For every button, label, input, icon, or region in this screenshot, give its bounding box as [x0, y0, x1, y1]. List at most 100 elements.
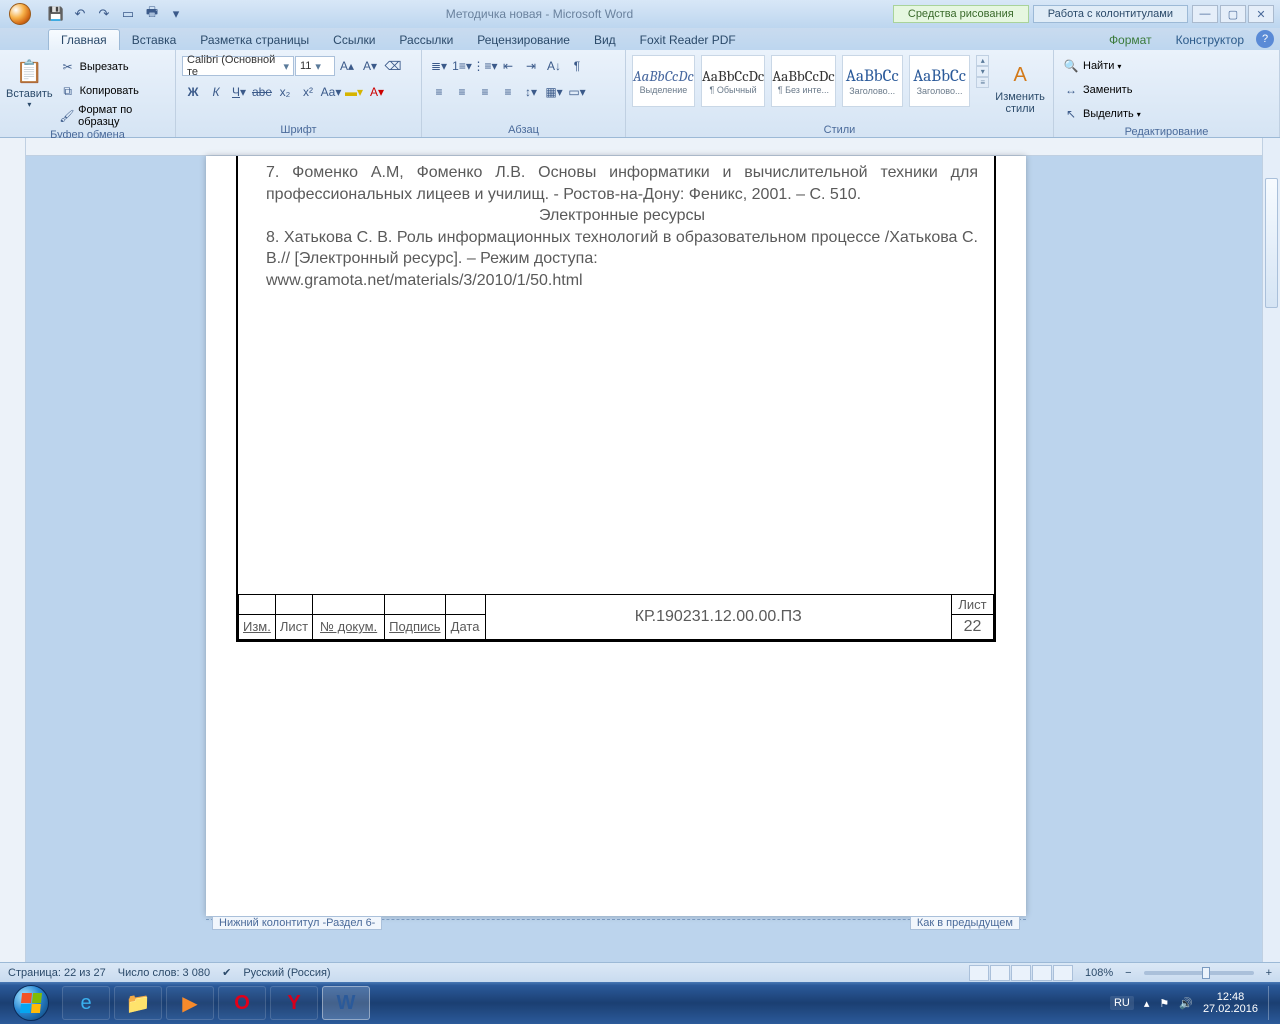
zoom-out-button[interactable]: − — [1125, 967, 1131, 979]
qat-dropdown-icon[interactable]: ▾ — [166, 4, 186, 24]
align-right-icon[interactable]: ≡ — [474, 81, 496, 103]
italic-icon[interactable]: К — [205, 81, 227, 103]
status-words[interactable]: Число слов: 3 080 — [118, 967, 210, 979]
strike-icon[interactable]: abe — [251, 81, 273, 103]
replace-button[interactable]: ↔Заменить — [1060, 79, 1132, 101]
tab-page-layout[interactable]: Разметка страницы — [188, 30, 321, 50]
qat-save-icon[interactable]: 💾 — [46, 4, 66, 24]
grow-font-icon[interactable]: A▴ — [336, 55, 358, 77]
copy-button[interactable]: ⧉Копировать — [57, 80, 169, 102]
taskbar-ie-icon[interactable]: e — [62, 986, 110, 1020]
tray-action-center-icon[interactable]: ⚑ — [1159, 997, 1169, 1010]
tab-references[interactable]: Ссылки — [321, 30, 387, 50]
shrink-font-icon[interactable]: A▾ — [359, 55, 381, 77]
tab-review[interactable]: Рецензирование — [465, 30, 582, 50]
tab-format[interactable]: Формат — [1097, 30, 1164, 50]
indent-icon[interactable]: ⇥ — [520, 55, 542, 77]
qat-new-icon[interactable]: ▭ — [118, 4, 138, 24]
status-proofing-icon[interactable]: ✔ — [222, 966, 231, 979]
line-spacing-icon[interactable]: ↕▾ — [520, 81, 542, 103]
style-item[interactable]: AaBbCcDc¶ Обычный — [701, 55, 765, 107]
document-scroll[interactable]: 7. Фоменко А.М, Фоменко Л.В. Основы инфо… — [26, 138, 1280, 962]
view-web[interactable] — [1011, 965, 1031, 981]
style-item[interactable]: AaBbCcDc¶ Без инте... — [771, 55, 835, 107]
multilevel-icon[interactable]: ⋮≡▾ — [474, 55, 496, 77]
superscript-icon[interactable]: x² — [297, 81, 319, 103]
vertical-scrollbar[interactable] — [1262, 138, 1280, 962]
view-outline[interactable] — [1032, 965, 1052, 981]
shading-icon[interactable]: ▦▾ — [543, 81, 565, 103]
cut-button[interactable]: ✂Вырезать — [57, 56, 169, 78]
justify-icon[interactable]: ≡ — [497, 81, 519, 103]
tab-home[interactable]: Главная — [48, 29, 120, 50]
status-page[interactable]: Страница: 22 из 27 — [8, 967, 106, 979]
highlight-icon[interactable]: ▬▾ — [343, 81, 365, 103]
font-color-icon[interactable]: A▾ — [366, 81, 388, 103]
style-item[interactable]: AaBbCcЗаголово... — [842, 55, 903, 107]
office-button[interactable] — [0, 0, 40, 28]
taskbar-explorer-icon[interactable]: 📁 — [114, 986, 162, 1020]
subscript-icon[interactable]: x₂ — [274, 81, 296, 103]
find-button[interactable]: 🔍Найти▾ — [1060, 55, 1121, 77]
maximize-button[interactable]: ▢ — [1220, 5, 1246, 23]
status-language[interactable]: Русский (Россия) — [243, 967, 330, 979]
close-button[interactable]: ✕ — [1248, 5, 1274, 23]
tray-language[interactable]: RU — [1110, 996, 1134, 1010]
tray-flag-icon[interactable]: ▴ — [1144, 997, 1150, 1010]
tray-clock[interactable]: 12:48 27.02.2016 — [1203, 991, 1258, 1015]
view-draft[interactable] — [1053, 965, 1073, 981]
style-item[interactable]: AaBbCcЗаголово... — [909, 55, 970, 107]
show-desktop-button[interactable] — [1268, 986, 1276, 1020]
help-button[interactable]: ? — [1256, 30, 1274, 48]
sort-icon[interactable]: A↓ — [543, 55, 565, 77]
select-button[interactable]: ↖Выделить▾ — [1060, 103, 1141, 125]
view-full-screen[interactable] — [990, 965, 1010, 981]
tab-view[interactable]: Вид — [582, 30, 628, 50]
taskbar-opera-icon[interactable]: O — [218, 986, 266, 1020]
align-center-icon[interactable]: ≡ — [451, 81, 473, 103]
qat-redo-icon[interactable]: ↷ — [94, 4, 114, 24]
tab-foxit[interactable]: Foxit Reader PDF — [628, 30, 748, 50]
footer-label-tab[interactable]: Нижний колонтитул -Раздел 6- — [212, 916, 382, 930]
view-print-layout[interactable] — [969, 965, 989, 981]
paragraph[interactable]: www.gramota.net/materials/3/2010/1/50.ht… — [266, 270, 978, 292]
bullets-icon[interactable]: ≣▾ — [428, 55, 450, 77]
numbering-icon[interactable]: 1≡▾ — [451, 55, 473, 77]
qat-undo-icon[interactable]: ↶ — [70, 4, 90, 24]
change-case-icon[interactable]: Aa▾ — [320, 81, 342, 103]
qat-print-icon[interactable]: 🖶 — [142, 4, 162, 24]
tab-mailings[interactable]: Рассылки — [387, 30, 465, 50]
horizontal-ruler[interactable] — [26, 138, 1280, 156]
zoom-slider[interactable] — [1144, 971, 1254, 975]
tray-volume-icon[interactable]: 🔊 — [1179, 997, 1193, 1010]
style-gallery-scroll[interactable]: ▴▾≡ — [976, 55, 989, 88]
text-frame[interactable]: 7. Фоменко А.М, Фоменко Л.В. Основы инфо… — [236, 156, 996, 642]
change-styles-button[interactable]: A Изменить стили — [993, 55, 1047, 115]
vertical-ruler[interactable] — [0, 138, 26, 962]
style-item[interactable]: AaBbCcDcВыделение — [632, 55, 695, 107]
taskbar-media-icon[interactable]: ▶ — [166, 986, 214, 1020]
heading-resources[interactable]: Электронные ресурсы — [266, 205, 978, 227]
paragraph[interactable]: 7. Фоменко А.М, Фоменко Л.В. Основы инфо… — [266, 162, 978, 205]
clear-format-icon[interactable]: ⌫ — [382, 55, 404, 77]
format-painter-button[interactable]: 🖌Формат по образцу — [57, 104, 169, 128]
bold-icon[interactable]: Ж — [182, 81, 204, 103]
paragraph[interactable]: 8. Хатькова С. В. Роль информационных те… — [266, 227, 978, 270]
tab-insert[interactable]: Вставка — [120, 30, 189, 50]
taskbar-word-icon[interactable]: W — [322, 986, 370, 1020]
show-marks-icon[interactable]: ¶ — [566, 55, 588, 77]
underline-icon[interactable]: Ч▾ — [228, 81, 250, 103]
tab-constructor[interactable]: Конструктор — [1164, 30, 1256, 50]
borders-icon[interactable]: ▭▾ — [566, 81, 588, 103]
same-as-previous-tab[interactable]: Как в предыдущем — [910, 916, 1020, 930]
align-left-icon[interactable]: ≡ — [428, 81, 450, 103]
font-size-combo[interactable]: 11▾ — [295, 56, 335, 76]
dedent-icon[interactable]: ⇤ — [497, 55, 519, 77]
start-button[interactable] — [4, 982, 58, 1024]
zoom-level[interactable]: 108% — [1085, 967, 1113, 979]
font-name-combo[interactable]: Calibri (Основной те▾ — [182, 56, 294, 76]
taskbar-yandex-icon[interactable]: Y — [270, 986, 318, 1020]
zoom-in-button[interactable]: + — [1266, 967, 1272, 979]
minimize-button[interactable]: — — [1192, 5, 1218, 23]
title-block-stamp[interactable]: КР.190231.12.00.00.ПЗ Лист Изм. Лист № д… — [238, 594, 994, 640]
